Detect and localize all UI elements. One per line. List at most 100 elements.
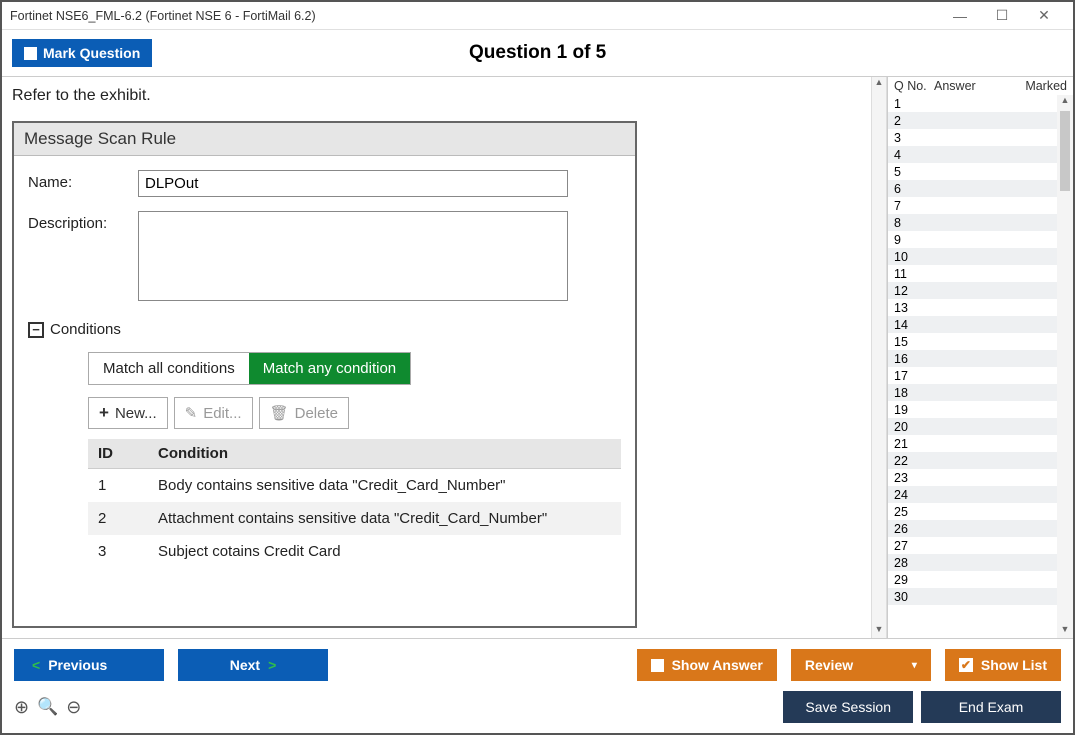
col-marked: Marked <box>1017 79 1067 93</box>
exhibit-title: Message Scan Rule <box>14 123 635 156</box>
exhibit-panel: Message Scan Rule Name: Description: − C… <box>12 121 637 628</box>
plus-icon: + <box>99 403 109 423</box>
maximize-icon[interactable]: ☐ <box>981 3 1023 29</box>
collapse-icon[interactable]: − <box>28 322 44 338</box>
description-label: Description: <box>28 211 138 232</box>
mark-question-button[interactable]: Mark Question <box>12 39 152 67</box>
list-item[interactable]: 16 <box>888 350 1057 367</box>
table-row[interactable]: 2Attachment contains sensitive data "Cre… <box>88 502 621 535</box>
cell-id: 1 <box>88 469 148 503</box>
edit-button[interactable]: ✎ Edit... <box>174 397 253 429</box>
question-list-header: Q No. Answer Marked <box>888 77 1073 95</box>
refer-text: Refer to the exhibit. <box>12 87 865 105</box>
list-item[interactable]: 14 <box>888 316 1057 333</box>
list-item[interactable]: 28 <box>888 554 1057 571</box>
col-qno: Q No. <box>894 79 934 93</box>
mark-question-label: Mark Question <box>43 45 140 61</box>
list-item[interactable]: 23 <box>888 469 1057 486</box>
list-item[interactable]: 4 <box>888 146 1057 163</box>
trash-icon: 🗑 <box>270 404 289 422</box>
sidebar-scrollbar[interactable]: ▲ ▼ <box>1057 95 1073 638</box>
close-icon[interactable]: ✕ <box>1023 3 1065 29</box>
new-button[interactable]: + New... <box>88 397 168 429</box>
zoom-out-icon[interactable]: ⊖ <box>66 697 81 718</box>
list-item[interactable]: 11 <box>888 265 1057 282</box>
cell-condition: Attachment contains sensitive data "Cred… <box>148 502 621 535</box>
cell-condition: Body contains sensitive data "Credit_Car… <box>148 469 621 503</box>
previous-button[interactable]: < Previous <box>14 649 164 681</box>
match-tabbar: Match all conditions Match any condition <box>88 352 411 385</box>
scroll-down-icon[interactable]: ▼ <box>875 624 884 638</box>
col-id: ID <box>88 439 148 469</box>
scroll-up-icon[interactable]: ▲ <box>1061 95 1070 109</box>
show-list-button[interactable]: ✔ Show List <box>945 649 1061 681</box>
chevron-right-icon: > <box>268 657 276 673</box>
end-exam-button[interactable]: End Exam <box>921 691 1061 723</box>
main-area: Refer to the exhibit. Message Scan Rule … <box>2 76 1073 639</box>
list-item[interactable]: 13 <box>888 299 1057 316</box>
question-area: Refer to the exhibit. Message Scan Rule … <box>2 77 871 638</box>
conditions-label: Conditions <box>50 321 121 338</box>
exhibit-body: Name: Description: − Conditions Match al… <box>14 156 635 568</box>
chevron-down-icon: ▾ <box>912 660 917 671</box>
list-item[interactable]: 8 <box>888 214 1057 231</box>
show-answer-button[interactable]: Show Answer <box>637 649 777 681</box>
question-list: 1234567891011121314151617181920212223242… <box>888 95 1057 638</box>
question-scrollbar[interactable]: ▲ ▼ <box>871 77 887 638</box>
footer: < Previous Next > Show Answer Review ▾ ✔… <box>2 639 1073 733</box>
list-item[interactable]: 15 <box>888 333 1057 350</box>
zoom-in-icon[interactable]: ⊕ <box>14 697 29 718</box>
list-item[interactable]: 17 <box>888 367 1057 384</box>
list-item[interactable]: 27 <box>888 537 1057 554</box>
col-condition: Condition <box>148 439 621 469</box>
conditions-table: ID Condition 1Body contains sensitive da… <box>88 439 621 568</box>
scroll-thumb[interactable] <box>1060 111 1070 191</box>
delete-button[interactable]: 🗑 Delete <box>259 397 349 429</box>
list-item[interactable]: 30 <box>888 588 1057 605</box>
titlebar: Fortinet NSE6_FML-6.2 (Fortinet NSE 6 - … <box>2 2 1073 30</box>
list-item[interactable]: 24 <box>888 486 1057 503</box>
description-input[interactable] <box>138 211 568 301</box>
list-item[interactable]: 5 <box>888 163 1057 180</box>
scroll-down-icon[interactable]: ▼ <box>1061 624 1070 638</box>
tab-match-all[interactable]: Match all conditions <box>89 353 249 384</box>
edit-icon: ✎ <box>185 404 198 422</box>
scroll-up-icon[interactable]: ▲ <box>875 77 884 91</box>
window-title: Fortinet NSE6_FML-6.2 (Fortinet NSE 6 - … <box>10 9 316 23</box>
list-item[interactable]: 22 <box>888 452 1057 469</box>
list-item[interactable]: 2 <box>888 112 1057 129</box>
app-window: Fortinet NSE6_FML-6.2 (Fortinet NSE 6 - … <box>0 0 1075 735</box>
list-item[interactable]: 10 <box>888 248 1057 265</box>
checkbox-icon <box>24 47 37 60</box>
list-item[interactable]: 18 <box>888 384 1057 401</box>
cell-condition: Subject cotains Credit Card <box>148 535 621 568</box>
list-item[interactable]: 29 <box>888 571 1057 588</box>
header-row: Mark Question Question 1 of 5 <box>2 30 1073 76</box>
question-list-panel: Q No. Answer Marked 12345678910111213141… <box>887 77 1073 638</box>
list-item[interactable]: 21 <box>888 435 1057 452</box>
minimize-icon[interactable]: — <box>939 3 981 29</box>
cell-id: 3 <box>88 535 148 568</box>
review-button[interactable]: Review ▾ <box>791 649 931 681</box>
save-session-button[interactable]: Save Session <box>783 691 913 723</box>
list-item[interactable]: 26 <box>888 520 1057 537</box>
list-item[interactable]: 25 <box>888 503 1057 520</box>
list-item[interactable]: 20 <box>888 418 1057 435</box>
name-input[interactable] <box>138 170 568 197</box>
list-item[interactable]: 12 <box>888 282 1057 299</box>
list-item[interactable]: 9 <box>888 231 1057 248</box>
table-row[interactable]: 1Body contains sensitive data "Credit_Ca… <box>88 469 621 503</box>
list-item[interactable]: 7 <box>888 197 1057 214</box>
col-answer: Answer <box>934 79 1017 93</box>
zoom-reset-icon[interactable]: 🔍 <box>37 697 58 717</box>
chevron-left-icon: < <box>32 657 40 673</box>
next-button[interactable]: Next > <box>178 649 328 681</box>
name-label: Name: <box>28 170 138 191</box>
list-item[interactable]: 6 <box>888 180 1057 197</box>
list-item[interactable]: 19 <box>888 401 1057 418</box>
list-item[interactable]: 3 <box>888 129 1057 146</box>
tab-match-any[interactable]: Match any condition <box>249 353 410 384</box>
checkbox-icon <box>651 659 664 672</box>
table-row[interactable]: 3Subject cotains Credit Card <box>88 535 621 568</box>
list-item[interactable]: 1 <box>888 95 1057 112</box>
